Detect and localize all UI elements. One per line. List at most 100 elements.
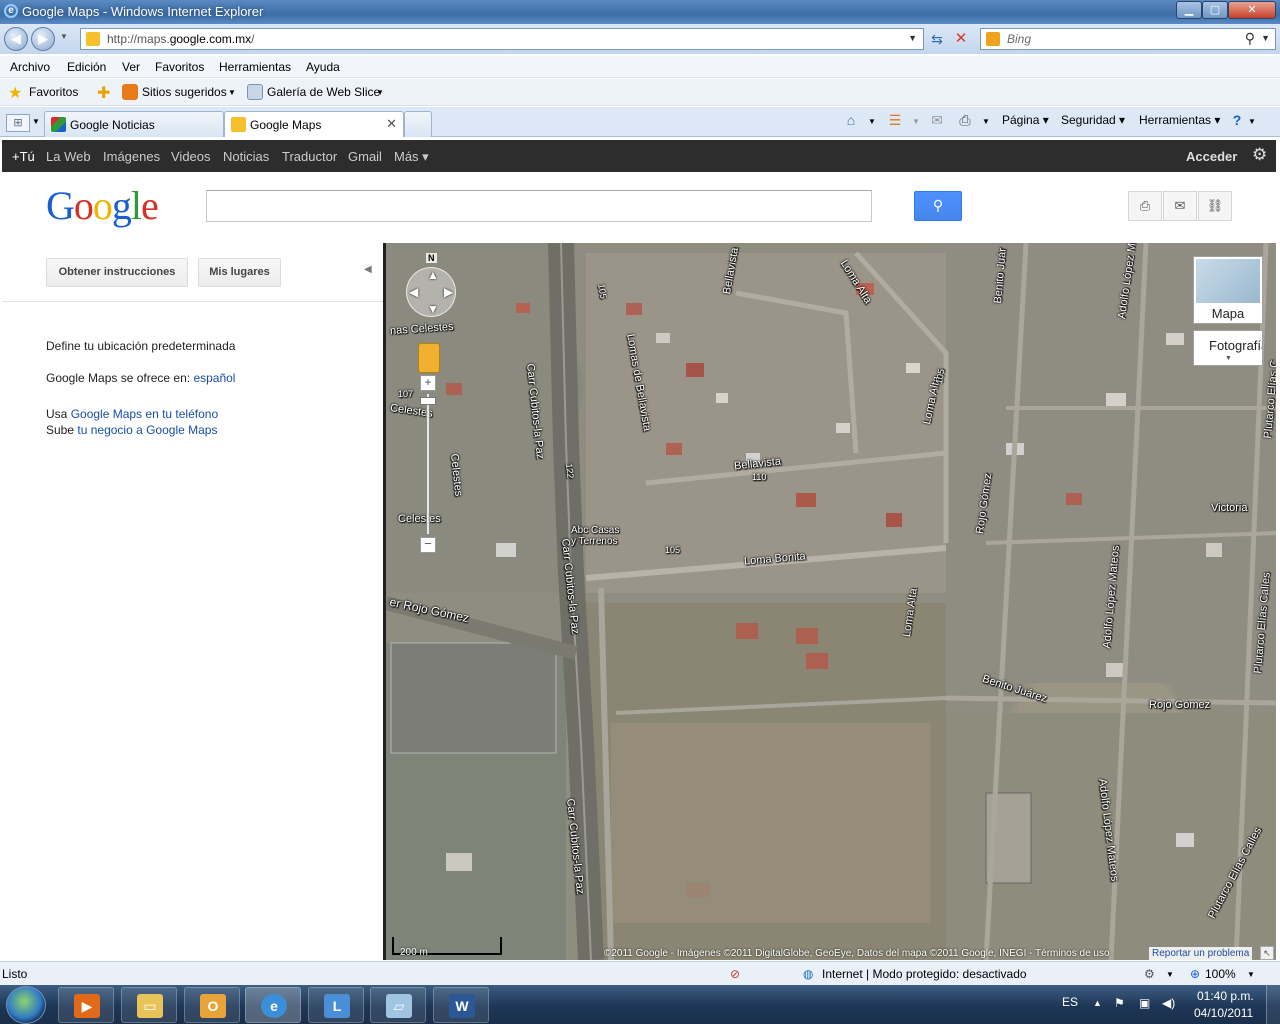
menu-herramientas[interactable]: Herramientas [219, 60, 291, 74]
default-location-link[interactable]: Define tu ubicación predeterminada [46, 339, 235, 353]
gbar-more[interactable]: Más ▾ [394, 149, 429, 165]
gbar-images[interactable]: Imágenes [103, 149, 160, 164]
taskbar-lync[interactable]: L [308, 987, 364, 1023]
close-tab-icon[interactable]: ✕ [386, 116, 397, 132]
minimize-button[interactable]: ▁ [1176, 1, 1202, 19]
menu-favoritos[interactable]: Favoritos [155, 60, 204, 74]
suggested-sites-link[interactable]: Sitios sugeridos [142, 85, 227, 99]
zoom-out-button[interactable]: − [420, 537, 436, 553]
menu-edicion[interactable]: Edición [67, 60, 106, 74]
tools-menu[interactable]: Herramientas ▾ [1139, 113, 1220, 127]
my-places-button[interactable]: Mis lugares [198, 258, 281, 287]
tab-google-noticias[interactable]: Google Noticias [44, 111, 224, 137]
network-icon[interactable]: ▣ [1139, 996, 1150, 1010]
maps-search-button[interactable]: ⚲ [914, 191, 962, 221]
zoom-level[interactable]: 100% [1205, 967, 1236, 981]
quick-tabs-icon[interactable]: ⊞ [6, 114, 30, 132]
page-menu[interactable]: Página ▾ [1002, 113, 1049, 127]
address-field[interactable]: http://maps.google.com.mx/ ▼ [80, 28, 924, 50]
map-type-map-button[interactable]: Mapa [1193, 256, 1263, 324]
taskbar-explorer[interactable]: ▭ [121, 987, 177, 1023]
new-tab-button[interactable] [404, 111, 432, 137]
back-button[interactable]: ◀ [4, 27, 28, 51]
map-resize-icon[interactable]: ↖ [1260, 946, 1274, 960]
gbar-news[interactable]: Noticias [223, 149, 269, 164]
google-logo[interactable]: Google [46, 182, 159, 229]
business-link[interactable]: tu negocio a Google Maps [77, 423, 217, 437]
gbar-plus-you[interactable]: +Tú [12, 149, 35, 164]
add-to-favorites-icon[interactable]: ✚ [97, 83, 110, 103]
feeds-dropdown-icon[interactable]: ▼ [912, 117, 920, 126]
maximize-button[interactable]: ▢ [1202, 1, 1228, 19]
sign-in-link[interactable]: Acceder [1186, 149, 1237, 164]
satellite-map[interactable]: Carr Cubitos-la Paz Carr Cubitos-la Paz … [383, 243, 1276, 960]
web-slice-gallery-dropdown-icon[interactable]: ▼ [376, 88, 384, 97]
start-button[interactable] [6, 986, 46, 1024]
maps-phone-link[interactable]: Google Maps en tu teléfono [71, 407, 218, 421]
clock-date[interactable]: 04/10/2011 [1194, 1006, 1253, 1020]
popup-icon[interactable]: ⚙ [1144, 967, 1155, 981]
feeds-icon[interactable]: ☰ [886, 112, 904, 128]
settings-gear-icon[interactable]: ⚙ [1252, 145, 1267, 165]
mail-icon[interactable]: ✉ [928, 112, 946, 128]
map-type-dropdown-icon[interactable]: ▼ [1225, 355, 1232, 362]
tab-google-maps[interactable]: Google Maps ✕ [224, 111, 404, 137]
popup-dropdown-icon[interactable]: ▼ [1166, 970, 1174, 979]
taskbar-word[interactable]: W [433, 987, 489, 1023]
get-directions-button[interactable]: Obtener instrucciones [46, 258, 188, 287]
menu-ver[interactable]: Ver [122, 60, 140, 74]
show-desktop-button[interactable] [1266, 985, 1280, 1024]
taskbar-outlook[interactable]: O [184, 987, 240, 1023]
pan-right-icon[interactable]: ▶ [444, 285, 453, 299]
close-window-button[interactable]: ✕ [1228, 1, 1276, 19]
stop-icon[interactable]: ✕ [952, 30, 970, 48]
maps-search-input[interactable] [206, 190, 872, 222]
print-icon[interactable]: ⎙ [956, 112, 974, 128]
address-history-dropdown-icon[interactable]: ▼ [908, 33, 917, 43]
forward-button[interactable]: ▶ [31, 27, 55, 51]
help-icon[interactable]: ? [1228, 112, 1246, 128]
favorites-button[interactable]: Favoritos [29, 85, 78, 99]
collapse-panel-icon[interactable]: ◀ [364, 264, 372, 275]
recent-pages-dropdown-icon[interactable]: ▼ [60, 32, 68, 41]
taskbar-media-player[interactable]: ▶ [58, 987, 114, 1023]
menu-archivo[interactable]: Archivo [10, 60, 50, 74]
clock-time[interactable]: 01:40 p.m. [1197, 989, 1254, 1003]
link-icon[interactable]: ⛓ [1198, 191, 1232, 221]
zoom-slider-track[interactable] [426, 393, 430, 535]
pan-up-icon[interactable]: ▲ [427, 268, 439, 282]
volume-icon[interactable]: ◀) [1162, 996, 1175, 1010]
show-hidden-icons-icon[interactable]: ▲ [1093, 998, 1102, 1008]
zoom-in-button[interactable]: + [420, 375, 436, 391]
gbar-web[interactable]: La Web [46, 149, 91, 164]
home-icon[interactable]: ⌂ [842, 112, 860, 128]
pan-down-icon[interactable]: ▼ [427, 302, 439, 316]
zoom-dropdown-icon[interactable]: ▼ [1247, 970, 1255, 979]
spanish-link[interactable]: español [193, 371, 235, 385]
gbar-gmail[interactable]: Gmail [348, 149, 382, 164]
print-map-icon[interactable]: ⎙ [1128, 191, 1162, 221]
action-center-flag-icon[interactable]: ⚑ [1114, 996, 1125, 1010]
refresh-icon[interactable]: ⇆ [928, 30, 946, 48]
web-slice-gallery-link[interactable]: Galería de Web Slice [267, 85, 380, 99]
map-type-satellite-button[interactable]: Fotografía ▼ [1193, 330, 1263, 366]
report-problem-link[interactable]: Reportar un problema [1149, 947, 1253, 960]
suggested-sites-dropdown-icon[interactable]: ▼ [228, 88, 236, 97]
poi-label-abc-casas[interactable]: Abc Casas y Terrenos [571, 525, 625, 547]
pan-control[interactable]: ▲ ▼ ◀ ▶ [406, 267, 456, 317]
search-box[interactable]: Bing ⚲ ▼ [980, 28, 1276, 50]
search-options-dropdown-icon[interactable]: ▼ [1261, 33, 1270, 43]
home-dropdown-icon[interactable]: ▼ [868, 117, 876, 126]
zoom-slider-handle[interactable] [420, 397, 436, 405]
street-view-pegman-icon[interactable] [418, 343, 440, 373]
security-menu[interactable]: Seguridad ▾ [1061, 113, 1125, 127]
help-dropdown-icon[interactable]: ▼ [1248, 117, 1256, 126]
print-dropdown-icon[interactable]: ▼ [982, 117, 990, 126]
tab-list-dropdown-icon[interactable]: ▼ [32, 117, 40, 126]
gbar-translate[interactable]: Traductor [282, 149, 337, 164]
gbar-videos[interactable]: Videos [171, 149, 211, 164]
pan-left-icon[interactable]: ◀ [409, 285, 418, 299]
language-indicator[interactable]: ES [1062, 995, 1078, 1009]
send-email-icon[interactable]: ✉ [1163, 191, 1197, 221]
search-icon[interactable]: ⚲ [1245, 30, 1255, 47]
